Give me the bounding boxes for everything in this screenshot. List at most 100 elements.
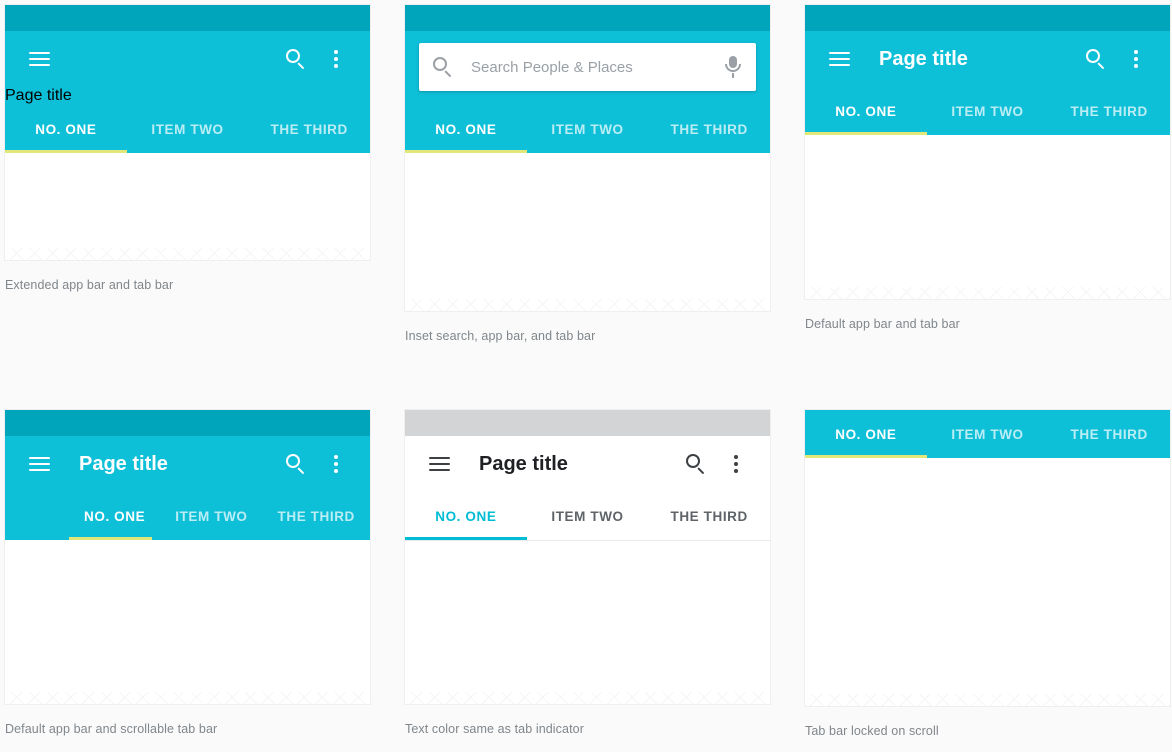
tab-bar: NO. ONE ITEM TWO THE THIRD — [405, 492, 770, 540]
search-icon — [286, 49, 306, 70]
tab-no-one[interactable]: NO. ONE — [5, 122, 127, 137]
panel-caption: Tab bar locked on scroll — [805, 724, 939, 738]
content-area — [5, 153, 370, 248]
panel-caption: Default app bar and tab bar — [805, 317, 960, 331]
search-placeholder: Search People & Places — [471, 58, 633, 76]
torn-edge — [805, 287, 1170, 299]
hamburger-icon — [828, 51, 850, 67]
phone-card: Page title NO. ONE ITEM TWO THE THIRD — [805, 5, 1170, 299]
tab-item-two[interactable]: ITEM TWO — [160, 509, 262, 524]
search-icon — [686, 454, 706, 475]
app-bar-light: Page title NO. ONE ITEM TWO THE THIRD — [405, 436, 770, 541]
tab-no-one[interactable]: NO. ONE — [405, 509, 527, 524]
hamburger-icon — [28, 456, 50, 472]
app-bar-collapsed: NO. ONE ITEM TWO THE THIRD — [805, 410, 1170, 458]
status-bar — [5, 410, 370, 436]
overflow-menu-icon — [334, 50, 338, 68]
tab-no-one[interactable]: NO. ONE — [69, 509, 160, 524]
tab-item-two[interactable]: ITEM TWO — [527, 122, 649, 137]
search-icon — [286, 454, 306, 475]
panel-inset-search: Search People & Places NO. ONE ITEM TWO … — [405, 5, 770, 343]
search-button[interactable] — [1076, 39, 1116, 79]
menu-button[interactable] — [819, 39, 859, 79]
hamburger-icon — [428, 456, 450, 472]
page-title: Page title — [479, 452, 568, 475]
tab-no-one[interactable]: NO. ONE — [805, 104, 927, 119]
tab-bar-scrollable[interactable]: NO. ONE ITEM TWO THE THIRD — [5, 492, 370, 540]
app-bar-action-row: Page title — [405, 436, 770, 492]
torn-edge — [405, 299, 770, 311]
search-button[interactable] — [276, 444, 316, 484]
tab-item-two[interactable]: ITEM TWO — [527, 509, 649, 524]
torn-edge — [5, 248, 370, 260]
content-area — [405, 541, 770, 692]
panel-caption: Inset search, app bar, and tab bar — [405, 329, 596, 343]
phone-card: Search People & Places NO. ONE ITEM TWO … — [405, 5, 770, 311]
app-bar-extended: Page title NO. ONE ITEM TWO THE THIRD — [5, 31, 370, 153]
menu-button[interactable] — [19, 39, 59, 79]
panel-caption: Extended app bar and tab bar — [5, 278, 174, 292]
microphone-icon[interactable] — [724, 56, 742, 78]
search-input[interactable]: Search People & Places — [419, 43, 756, 91]
search-button[interactable] — [676, 444, 716, 484]
app-bar-default: Page title NO. ONE ITEM TWO THE THIRD — [5, 436, 370, 540]
tab-no-one[interactable]: NO. ONE — [805, 427, 927, 442]
panel-extended-app-bar: Page title NO. ONE ITEM TWO THE THIRD Ex… — [5, 5, 370, 292]
tab-no-one[interactable]: NO. ONE — [405, 122, 527, 137]
page-title: Page title — [879, 47, 968, 70]
status-bar — [805, 5, 1170, 31]
phone-card: Page title NO. ONE ITEM TWO THE THIRD — [5, 5, 370, 260]
app-bar-action-row: Page title — [5, 436, 370, 492]
status-bar — [405, 410, 770, 436]
panel-tab-bar-locked-on-scroll: NO. ONE ITEM TWO THE THIRD Tab bar locke… — [805, 410, 1170, 738]
page-title: Page title — [5, 87, 72, 104]
tab-the-third[interactable]: THE THIRD — [1048, 104, 1170, 119]
tab-the-third[interactable]: THE THIRD — [263, 509, 370, 524]
page-title: Page title — [79, 452, 168, 475]
content-area — [805, 458, 1170, 694]
status-bar — [5, 5, 370, 31]
spec-sheet-grid: Page title NO. ONE ITEM TWO THE THIRD Ex… — [0, 0, 1172, 752]
tab-item-two[interactable]: ITEM TWO — [927, 104, 1049, 119]
tab-the-third[interactable]: THE THIRD — [1048, 427, 1170, 442]
overflow-button[interactable] — [1116, 39, 1156, 79]
tab-the-third[interactable]: THE THIRD — [248, 122, 370, 137]
overflow-button[interactable] — [716, 444, 756, 484]
phone-card: Page title NO. ONE ITEM TWO THE THIRD — [5, 410, 370, 704]
content-area — [805, 135, 1170, 287]
overflow-menu-icon — [734, 455, 738, 473]
phone-card: NO. ONE ITEM TWO THE THIRD — [805, 410, 1170, 706]
panel-caption: Text color same as tab indicator — [405, 722, 584, 736]
overflow-menu-icon — [1134, 50, 1138, 68]
overflow-menu-icon — [334, 455, 338, 473]
panel-caption: Default app bar and scrollable tab bar — [5, 722, 218, 736]
search-icon — [433, 57, 453, 78]
tab-bar: NO. ONE ITEM TWO THE THIRD — [405, 105, 770, 153]
app-bar-default: Page title NO. ONE ITEM TWO THE THIRD — [805, 31, 1170, 135]
torn-edge — [5, 692, 370, 704]
content-area — [5, 540, 370, 692]
panel-scrollable-tab-bar: Page title NO. ONE ITEM TWO THE THIRD De… — [5, 410, 370, 736]
tab-the-third[interactable]: THE THIRD — [648, 509, 770, 524]
search-wrapper: Search People & Places — [405, 31, 770, 105]
tab-item-two[interactable]: ITEM TWO — [927, 427, 1049, 442]
phone-card: Page title NO. ONE ITEM TWO THE THIRD — [405, 410, 770, 704]
tab-bar: NO. ONE ITEM TWO THE THIRD — [805, 410, 1170, 458]
torn-edge — [405, 692, 770, 704]
overflow-button[interactable] — [316, 39, 356, 79]
tab-indicator — [405, 537, 527, 540]
tab-bar: NO. ONE ITEM TWO THE THIRD — [805, 87, 1170, 135]
panel-text-color-same-as-indicator: Page title NO. ONE ITEM TWO THE THIRD Te… — [405, 410, 770, 736]
app-bar-action-row: Page title — [805, 31, 1170, 87]
tab-the-third[interactable]: THE THIRD — [648, 122, 770, 137]
app-bar-action-row — [5, 31, 370, 87]
tab-item-two[interactable]: ITEM TWO — [127, 122, 249, 137]
menu-button[interactable] — [19, 444, 59, 484]
overflow-button[interactable] — [316, 444, 356, 484]
search-icon — [1086, 49, 1106, 70]
content-area — [405, 153, 770, 299]
menu-button[interactable] — [419, 444, 459, 484]
hamburger-icon — [28, 51, 50, 67]
search-button[interactable] — [276, 39, 316, 79]
torn-edge — [805, 694, 1170, 706]
